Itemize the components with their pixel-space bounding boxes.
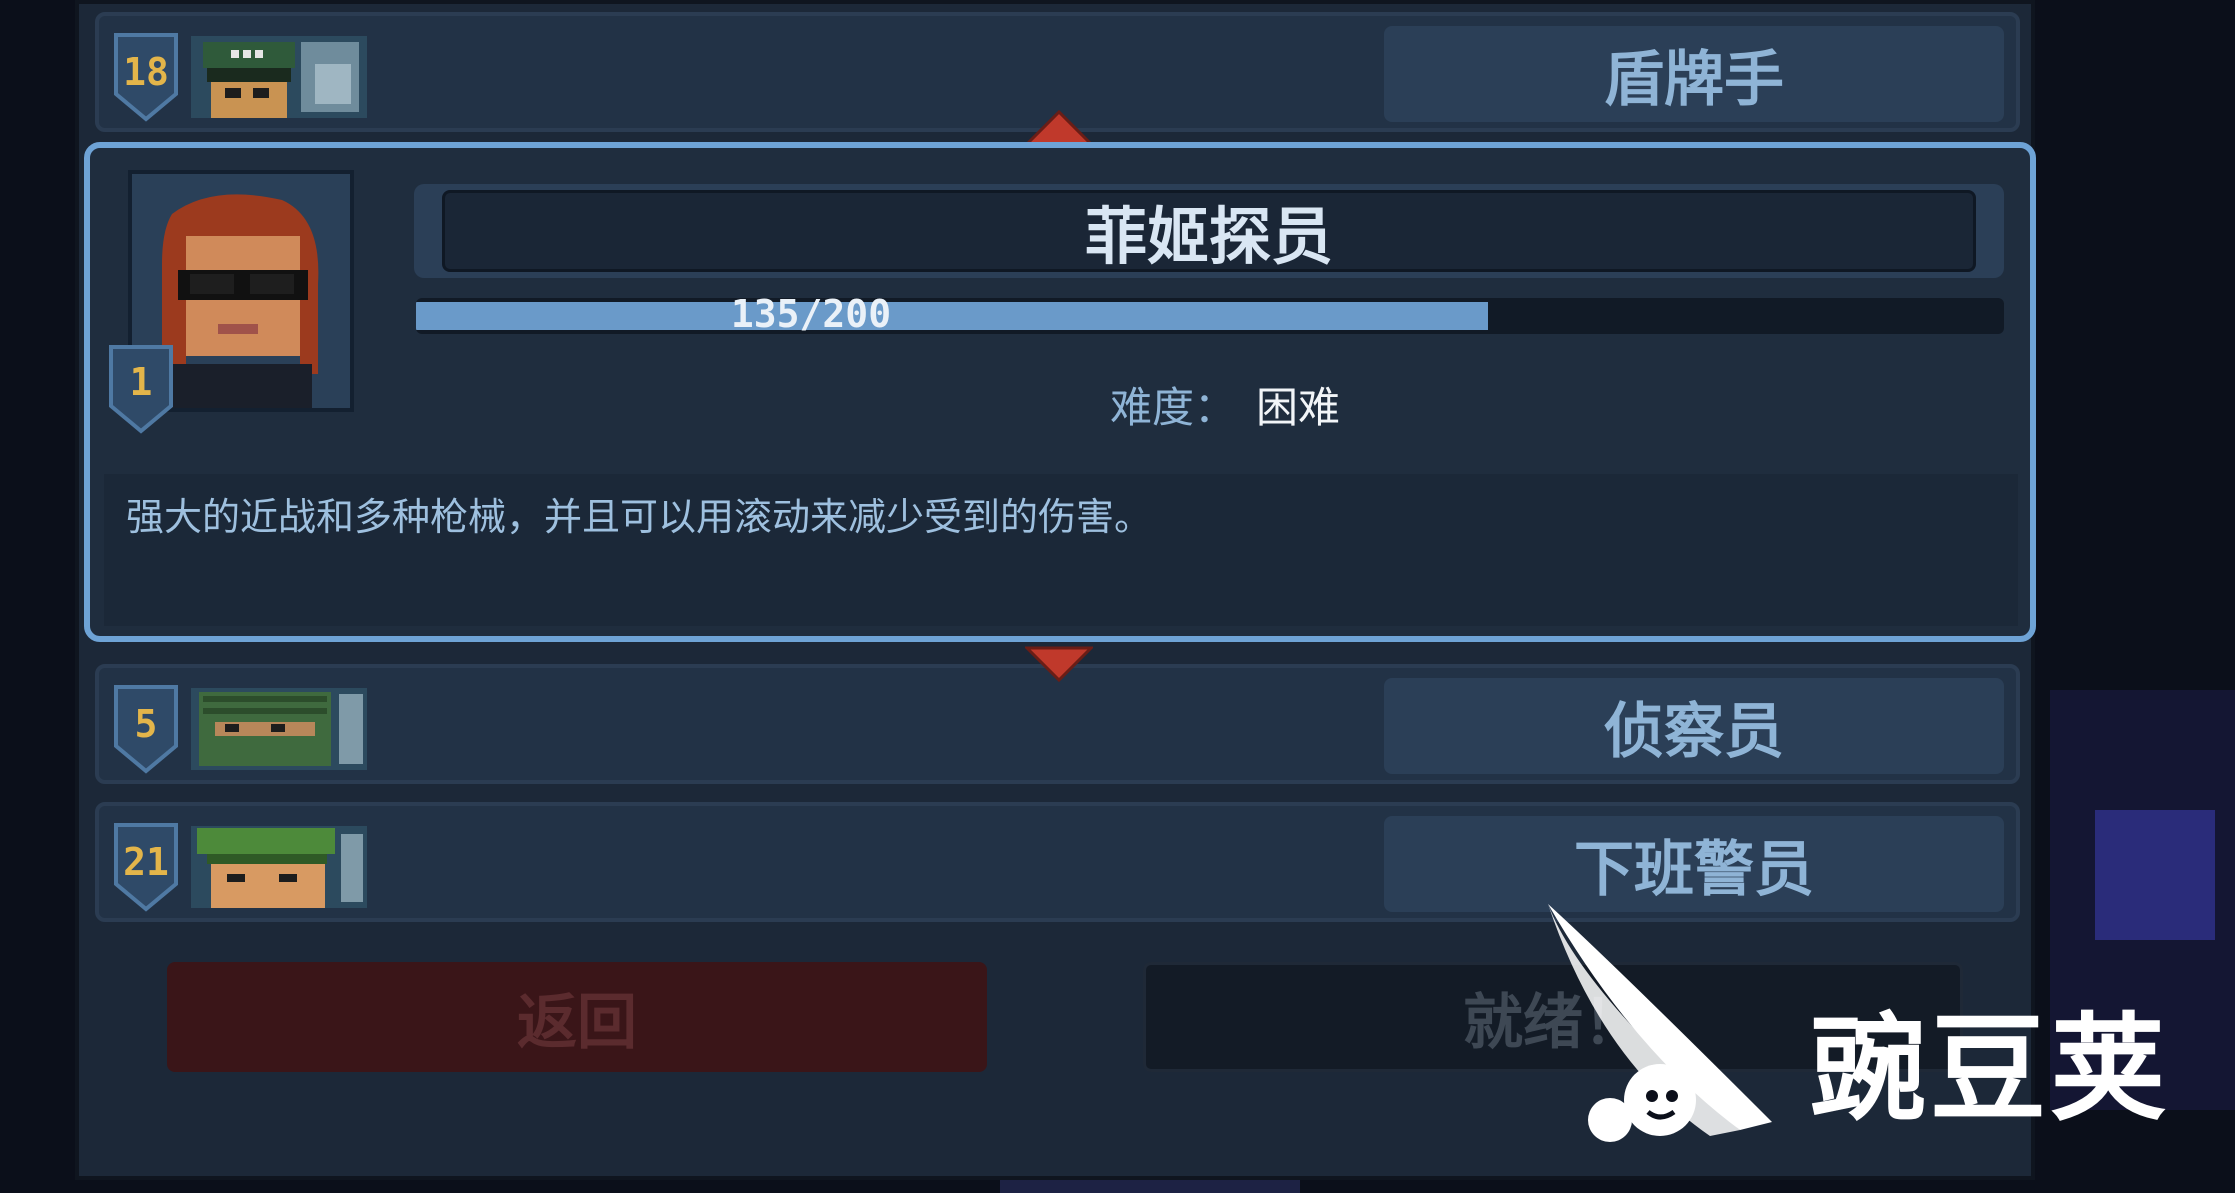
selected-level: 1: [129, 360, 153, 404]
police-portrait-icon: [191, 826, 367, 908]
class-name-button[interactable]: 盾牌手: [1384, 26, 2004, 122]
scout-portrait-icon: [191, 688, 367, 770]
back-button[interactable]: 返回: [167, 962, 987, 1072]
character-name-bar: 菲姬探员: [414, 184, 2004, 278]
watermark-text: 豌豆荚: [1810, 1002, 2170, 1137]
difficulty-row: 难度： 困难: [1110, 374, 1340, 435]
difficulty-label: 难度：: [1110, 383, 1237, 432]
scroll-up-arrow-icon[interactable]: [1025, 110, 1093, 146]
class-name-button[interactable]: 下班警员: [1384, 816, 2004, 912]
character-name: 菲姬探员: [442, 190, 1976, 273]
scroll-down-arrow-icon[interactable]: [1025, 646, 1093, 682]
class-name-button[interactable]: 侦察员: [1384, 678, 2004, 774]
soldier-helmet-portrait-icon: [191, 36, 367, 118]
difficulty-value: 困难: [1256, 383, 1341, 432]
roster-level: 21: [123, 840, 169, 884]
roster-level: 18: [123, 50, 169, 94]
selected-character-card: 1 菲姬探员 135/200 难度： 困难 强大的近战和多种枪械，并且可以用滚动来…: [84, 142, 2036, 642]
background-strip: [1000, 1179, 1300, 1193]
roster-row[interactable]: 5 侦察员: [95, 664, 2020, 784]
roster-level: 5: [134, 702, 158, 746]
xp-text: 135/200: [730, 292, 892, 336]
character-description: 强大的近战和多种枪械，并且可以用滚动来减少受到的伤害。: [126, 495, 1153, 539]
